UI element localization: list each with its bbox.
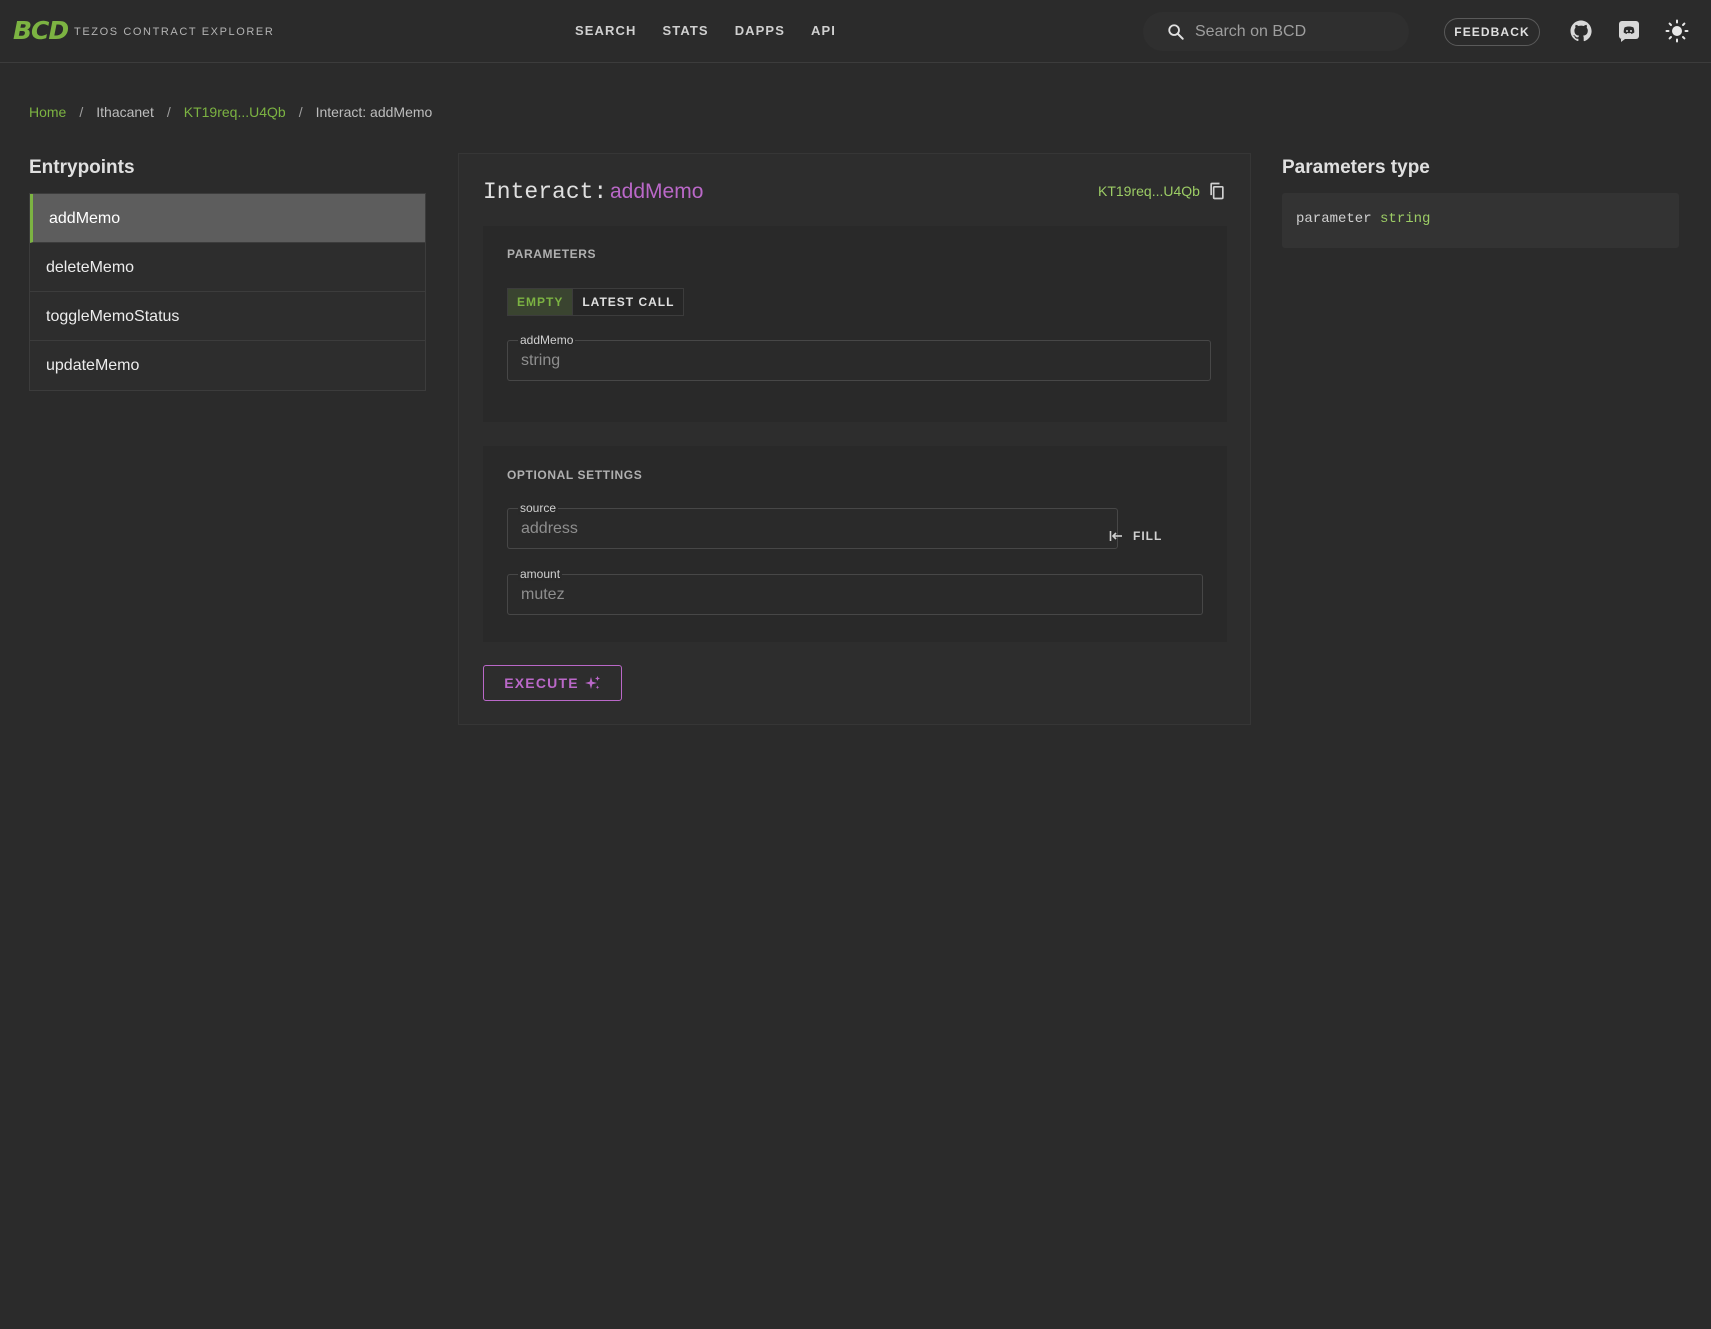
optional-settings-section: OPTIONAL SETTINGS source FILL amount xyxy=(483,446,1227,642)
breadcrumb-current: Interact: addMemo xyxy=(315,104,433,120)
toggle-latest-call-button[interactable]: LATEST CALL xyxy=(572,289,684,315)
addmemo-field: addMemo xyxy=(507,333,1211,381)
breadcrumb-separator: / xyxy=(298,104,303,120)
entrypoint-item-togglememostatus[interactable]: toggleMemoStatus xyxy=(30,292,425,341)
feedback-button[interactable]: FEEDBACK xyxy=(1444,18,1540,46)
breadcrumb: Home / Ithacanet / KT19req...U4Qb / Inte… xyxy=(29,104,432,121)
breadcrumb-contract[interactable]: KT19req...U4Qb xyxy=(184,104,286,121)
parameters-type-title: Parameters type xyxy=(1282,157,1430,178)
nav-stats[interactable]: STATS xyxy=(663,23,709,39)
entrypoint-item-addmemo[interactable]: addMemo xyxy=(30,194,425,243)
search-icon xyxy=(1168,24,1184,40)
parameters-toggle: EMPTY LATEST CALL xyxy=(507,288,685,316)
toggle-empty-button[interactable]: EMPTY xyxy=(508,289,573,315)
sparkle-icon xyxy=(584,676,600,690)
discord-icon[interactable] xyxy=(1617,19,1641,43)
amount-field: amount xyxy=(507,567,1203,615)
interact-entrypoint-name: addMemo xyxy=(610,180,704,203)
amount-field-label: amount xyxy=(518,567,563,581)
nav-search[interactable]: SEARCH xyxy=(575,23,637,39)
addmemo-field-label: addMemo xyxy=(518,333,576,347)
source-input[interactable] xyxy=(519,518,1106,540)
parameter-type: string xyxy=(1380,211,1431,227)
parameters-type-box: parameter string xyxy=(1282,193,1679,248)
breadcrumb-home[interactable]: Home xyxy=(29,104,66,121)
breadcrumb-separator: / xyxy=(79,104,84,120)
execute-label: EXECUTE xyxy=(504,675,579,691)
interact-card: Interact: addMemo KT19req...U4Qb PARAMET… xyxy=(458,153,1251,725)
interact-label: Interact: xyxy=(483,179,608,205)
copy-icon[interactable] xyxy=(1207,181,1227,201)
parameters-label: PARAMETERS xyxy=(507,247,597,261)
entrypoint-item-updatememo[interactable]: updateMemo xyxy=(30,341,425,390)
logo-subtitle: TEZOS CONTRACT EXPLORER xyxy=(74,26,275,38)
fill-button[interactable]: FILL xyxy=(1109,523,1162,549)
breadcrumb-network: Ithacanet xyxy=(96,104,154,120)
entrypoints-list: addMemo deleteMemo toggleMemoStatus upda… xyxy=(29,193,426,391)
main-nav: SEARCH STATS DAPPS API xyxy=(575,23,862,39)
execute-button[interactable]: EXECUTE xyxy=(483,665,622,701)
nav-api[interactable]: API xyxy=(811,23,836,39)
breadcrumb-separator: / xyxy=(166,104,171,120)
top-bar: BCD TEZOS CONTRACT EXPLORER SEARCH STATS… xyxy=(0,0,1711,63)
contract-address-link[interactable]: KT19req...U4Qb xyxy=(1098,183,1200,200)
parameters-section: PARAMETERS EMPTY LATEST CALL addMemo xyxy=(483,226,1227,422)
search-input[interactable] xyxy=(1193,20,1393,44)
addmemo-input[interactable] xyxy=(519,350,1199,372)
entrypoint-item-deletememo[interactable]: deleteMemo xyxy=(30,243,425,292)
parameter-keyword: parameter xyxy=(1296,211,1372,227)
bcd-logo[interactable]: BCD xyxy=(13,17,69,45)
amount-input[interactable] xyxy=(519,584,1191,606)
fill-arrow-icon xyxy=(1109,531,1122,541)
github-icon[interactable] xyxy=(1569,19,1593,43)
search-bar[interactable] xyxy=(1143,12,1409,51)
entrypoints-title: Entrypoints xyxy=(29,157,135,178)
source-field: source xyxy=(507,501,1118,549)
source-field-label: source xyxy=(518,501,559,515)
nav-dapps[interactable]: DAPPS xyxy=(735,23,785,39)
theme-toggle-icon[interactable] xyxy=(1665,19,1689,43)
fill-label: FILL xyxy=(1133,529,1163,543)
optional-settings-label: OPTIONAL SETTINGS xyxy=(507,468,643,482)
